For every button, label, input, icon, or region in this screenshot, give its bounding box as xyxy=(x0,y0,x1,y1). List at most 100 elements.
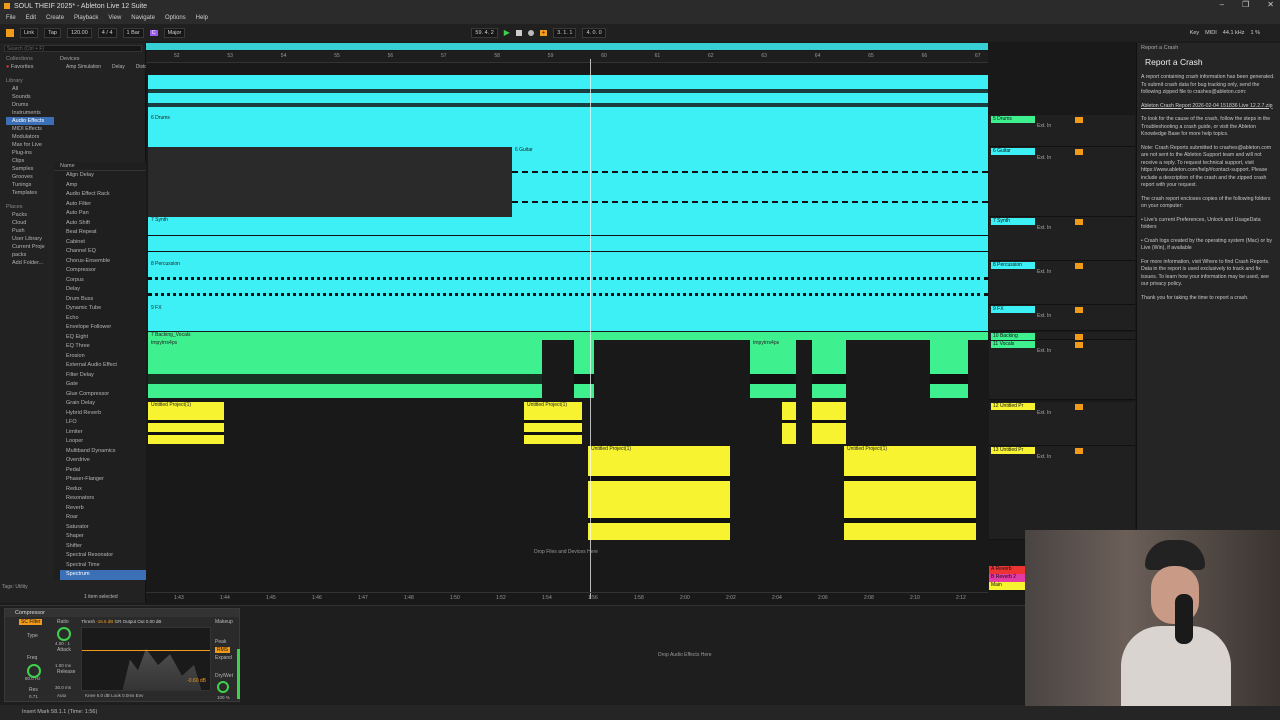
link-button[interactable]: Link xyxy=(20,27,39,38)
device-item[interactable]: Delay xyxy=(60,285,146,295)
library-item[interactable]: Plug-ins xyxy=(6,149,54,157)
device-item[interactable]: Saturator xyxy=(60,523,146,533)
overdub-icon[interactable]: + xyxy=(539,29,548,36)
quantize-menu[interactable]: 1 Bar xyxy=(122,27,144,38)
drywet-knob[interactable] xyxy=(217,681,229,693)
vocal-clip[interactable] xyxy=(574,340,594,398)
rms-button[interactable]: RMS xyxy=(215,647,231,653)
expand-button[interactable]: Expand xyxy=(215,655,232,661)
time-signature-field[interactable]: 4 / 4 xyxy=(97,27,117,38)
scale-icon[interactable]: C xyxy=(149,29,158,36)
device-item[interactable]: EQ Three xyxy=(60,342,146,352)
device-title[interactable]: Compressor xyxy=(5,609,239,617)
backing-clip[interactable]: 7 Backing_Vocals xyxy=(148,332,988,340)
untitled-clip[interactable]: Untitled Project(1) xyxy=(148,402,224,444)
library-item[interactable]: Instruments xyxy=(6,109,54,117)
track-activator-icon[interactable] xyxy=(1075,117,1083,123)
menu-edit[interactable]: Edit xyxy=(26,15,36,21)
track-name[interactable]: 11 Vocals xyxy=(991,341,1035,348)
library-item[interactable]: Tunings xyxy=(6,181,54,189)
menu-navigate[interactable]: Navigate xyxy=(131,15,155,21)
track-name[interactable]: 5 Drums xyxy=(991,116,1035,123)
res-value[interactable]: 0.71 xyxy=(29,694,38,699)
arrangement-view[interactable]: 52 53 54 55 56 57 58 59 60 61 62 63 64 65 66 67 6 Drums… xyxy=(146,43,1136,605)
return-track-a[interactable]: A Reverb xyxy=(989,566,1025,574)
track-name[interactable]: 10 Backing xyxy=(991,333,1035,340)
device-item[interactable]: Echo xyxy=(60,314,146,324)
maximize-icon[interactable]: ❐ xyxy=(1242,0,1249,9)
device-item[interactable]: Compressor xyxy=(60,266,146,276)
library-item[interactable]: Grooves xyxy=(6,173,54,181)
device-item[interactable]: Corpus xyxy=(60,276,146,286)
device-category[interactable]: Amp Simulation xyxy=(60,63,101,71)
track-header[interactable]: 5 Drums Ext. In xyxy=(989,115,1135,147)
track-activator-icon[interactable] xyxy=(1075,149,1083,155)
record-icon[interactable] xyxy=(527,29,534,36)
device-item[interactable]: Envelope Follower xyxy=(60,323,146,333)
key-toggle[interactable]: Key xyxy=(1190,30,1199,36)
thresh-readout[interactable]: Thresh -16.6 dB GR Output Out 0.00 dB xyxy=(81,619,161,624)
library-item[interactable]: Audio Effects xyxy=(6,117,54,125)
crash-file-link[interactable]: Ableton Crash Report 2026-02-04 151836 L… xyxy=(1141,103,1273,109)
vocal-clip[interactable]: tmpytrrs4ps xyxy=(750,340,796,398)
device-category[interactable]: Delay xyxy=(106,63,125,71)
percussion-clip[interactable]: 8 Percussion xyxy=(148,261,988,305)
knee-look-env[interactable]: Knee 6.0 dB Look 0.0ms Env xyxy=(85,693,143,698)
track-name[interactable]: 9 FX xyxy=(991,306,1035,313)
places-item[interactable]: Cloud xyxy=(6,219,54,227)
track-activator-icon[interactable] xyxy=(1075,342,1083,348)
device-item[interactable]: Align Delay xyxy=(60,171,146,181)
track-activator-icon[interactable] xyxy=(1075,307,1083,313)
device-item[interactable]: Glue Compressor xyxy=(60,390,146,400)
drywet-value[interactable]: 100 % xyxy=(217,695,230,700)
track-header[interactable]: 11 Vocals Ext. In xyxy=(989,340,1135,400)
track-header[interactable]: 7 Synth Ext. In xyxy=(989,217,1135,261)
track-header[interactable]: 12 Untitled Pr Ext. In xyxy=(989,402,1135,446)
device-item[interactable]: Spectral Resonator xyxy=(60,551,146,561)
library-item[interactable]: Drums xyxy=(6,101,54,109)
empty-lane[interactable] xyxy=(148,147,512,217)
untitled-clip[interactable]: Untitled Project(1) xyxy=(588,446,730,540)
tempo-field[interactable]: 120.00 xyxy=(66,27,92,38)
input-type[interactable]: Ext. In xyxy=(1037,269,1051,276)
track-activator-icon[interactable] xyxy=(1075,263,1083,269)
input-type[interactable]: Ext. In xyxy=(1037,123,1051,130)
name-column-header[interactable]: Name xyxy=(54,162,146,171)
input-type[interactable]: Ext. In xyxy=(1037,155,1051,162)
auto-toggle[interactable]: Auto xyxy=(57,693,66,698)
device-item[interactable]: LFO xyxy=(60,418,146,428)
midi-toggle[interactable]: MIDI xyxy=(1205,30,1217,36)
places-item[interactable]: Add Folder... xyxy=(6,259,54,267)
device-item[interactable]: Spectral Time xyxy=(60,561,146,571)
stop-icon[interactable] xyxy=(515,29,522,36)
track-activator-icon[interactable] xyxy=(1075,448,1083,454)
device-item[interactable]: Filter Delay xyxy=(60,371,146,381)
device-item[interactable]: Auto Shift xyxy=(60,219,146,229)
places-item[interactable]: Push xyxy=(6,227,54,235)
device-item[interactable]: Reverb xyxy=(60,504,146,514)
freq-value[interactable]: 80.0 Hz xyxy=(25,676,41,681)
track-header[interactable]: 9 FX Ext. In xyxy=(989,305,1135,331)
device-item[interactable]: EQ Eight xyxy=(60,333,146,343)
track-name[interactable]: 12 Untitled Pr xyxy=(991,403,1035,410)
library-item[interactable]: Modulators xyxy=(6,133,54,141)
input-type[interactable]: Ext. In xyxy=(1037,454,1051,461)
input-type[interactable]: Ext. In xyxy=(1037,348,1051,355)
device-item[interactable]: Erosion xyxy=(60,352,146,362)
close-icon[interactable]: ✕ xyxy=(1267,0,1274,9)
return-track-b[interactable]: B Reverb 2 xyxy=(989,574,1025,582)
synth-clip[interactable]: 7 Synth xyxy=(148,217,988,261)
guitar-clip[interactable]: 6 Guitar xyxy=(512,147,988,217)
main-track[interactable]: Main xyxy=(989,582,1025,590)
ratio-value[interactable]: 4.00 : 1 xyxy=(55,641,70,646)
device-item[interactable]: Hybrid Reverb xyxy=(60,409,146,419)
library-item[interactable]: All xyxy=(6,85,54,93)
minimize-icon[interactable]: – xyxy=(1220,0,1224,9)
menu-view[interactable]: View xyxy=(108,15,121,21)
sidebar-toggle-icon[interactable] xyxy=(6,28,14,37)
device-item[interactable]: Phaser-Flanger xyxy=(60,475,146,485)
library-item[interactable]: MIDI Effects xyxy=(6,125,54,133)
device-item[interactable]: Chorus-Ensemble xyxy=(60,257,146,267)
input-type[interactable]: Ext. In xyxy=(1037,225,1051,232)
menu-create[interactable]: Create xyxy=(46,15,64,21)
